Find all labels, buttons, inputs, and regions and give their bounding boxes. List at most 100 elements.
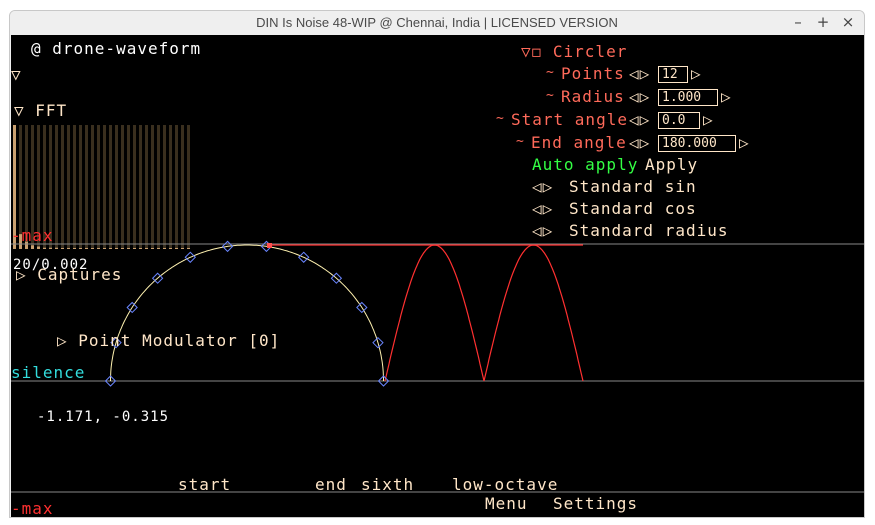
fft-bar (79, 248, 82, 249)
points-arrows[interactable]: ◁▷ (629, 65, 650, 83)
fft-bar-track (91, 125, 94, 249)
end-angle-field[interactable]: 180.000 (658, 135, 736, 152)
fft-bar-track (67, 125, 70, 249)
fft-bar-track (151, 125, 154, 249)
fft-bar-track (115, 125, 118, 249)
fft-bar-track (109, 125, 112, 249)
waveform-label[interactable]: @ drone-waveform (31, 40, 201, 58)
fft-bar-track (139, 125, 142, 249)
close-button[interactable]: × (839, 13, 857, 31)
fft-bar (91, 248, 94, 249)
fft-bar-track (73, 125, 76, 249)
points-tilde[interactable]: ~ (546, 64, 555, 82)
fft-bar (115, 248, 118, 249)
minimize-button[interactable]: – (789, 13, 807, 31)
radius-label: Radius (561, 87, 625, 106)
captures-toggle[interactable]: ▷ Captures (16, 266, 122, 284)
menu-button[interactable]: Menu (485, 495, 528, 513)
selected-point (267, 243, 272, 248)
fft-bar (37, 246, 40, 249)
fft-bar-track (169, 125, 172, 249)
radius-tilde[interactable]: ~ (546, 87, 555, 105)
end-angle-tilde[interactable]: ~ (516, 133, 525, 151)
fft-bar (61, 248, 64, 249)
start-marker-label[interactable]: start (178, 476, 231, 494)
start-angle-next-arrow[interactable]: ▷ (703, 111, 714, 129)
standard-sin-arrows[interactable]: ◁▷ (532, 178, 553, 196)
circler-header[interactable]: ▽◻ Circler (521, 43, 627, 61)
fft-bar (175, 248, 178, 249)
points-next-arrow[interactable]: ▷ (691, 65, 702, 83)
fft-bar-track (97, 125, 100, 249)
fft-bar-track (85, 125, 88, 249)
start-angle-tilde[interactable]: ~ (496, 110, 505, 128)
low-octave-label[interactable]: low-octave (452, 476, 558, 494)
editor-canvas[interactable]: @ drone-waveform ▽ ▽ FFT -max 20/0.002 ▷… (11, 35, 864, 518)
standard-cos-button[interactable]: Standard cos (569, 200, 697, 218)
fft-bar (55, 247, 58, 249)
fft-bar-track (121, 125, 124, 249)
radius-next-arrow[interactable]: ▷ (721, 88, 732, 106)
fft-bar (31, 245, 34, 249)
app-window: DIN Is Noise 48-WIP @ Chennai, India | L… (9, 10, 865, 518)
apply-button[interactable]: Apply (645, 156, 698, 174)
point-modulator-toggle[interactable]: ▷ Point Modulator [0] (57, 332, 280, 350)
auto-apply-checkbox[interactable]: Auto apply (532, 156, 638, 174)
fft-bar-track (103, 125, 106, 249)
fft-bar-track (55, 125, 58, 249)
standard-radius-button[interactable]: Standard radius (569, 222, 729, 240)
fft-bar (151, 248, 154, 249)
cursor-readout: -1.171, -0.315 (37, 409, 170, 425)
settings-button[interactable]: Settings (553, 495, 638, 513)
standard-cos-arrows[interactable]: ◁▷ (532, 200, 553, 218)
fft-bar-track (79, 125, 82, 249)
fft-bar (121, 248, 124, 249)
radius-field[interactable]: 1.000 (658, 89, 718, 106)
fft-bar (49, 247, 52, 249)
fft-bar-track (145, 125, 148, 249)
fft-bar (139, 248, 142, 249)
end-angle-arrows[interactable]: ◁▷ (629, 134, 650, 152)
points-field[interactable]: 12 (658, 66, 688, 83)
fft-bar-track (127, 125, 130, 249)
waveform-plot[interactable] (11, 35, 864, 518)
sixth-marker-label[interactable]: sixth (361, 476, 414, 494)
fft-bar (163, 248, 166, 249)
fft-bar (73, 248, 76, 249)
waveform-curve (384, 244, 584, 382)
standard-sin-button[interactable]: Standard sin (569, 178, 697, 196)
fft-bar-track (175, 125, 178, 249)
max-label-top: -max (11, 226, 54, 245)
standard-radius-arrows[interactable]: ◁▷ (532, 222, 553, 240)
radius-arrows[interactable]: ◁▷ (629, 88, 650, 106)
fft-bar (145, 248, 148, 249)
circler-arc (110, 244, 384, 381)
fft-bar-track (163, 125, 166, 249)
end-angle-next-arrow[interactable]: ▷ (739, 134, 750, 152)
fft-bar (43, 247, 46, 249)
fft-bar (157, 248, 160, 249)
fft-bar (97, 248, 100, 249)
fft-bar (127, 248, 130, 249)
title-bar[interactable]: DIN Is Noise 48-WIP @ Chennai, India | L… (10, 11, 864, 35)
end-marker-label[interactable]: end (315, 476, 347, 494)
fft-bar (67, 248, 70, 249)
start-angle-field[interactable]: 0.0 (658, 112, 700, 129)
collapse-toggle-icon[interactable]: ▽ (11, 66, 22, 84)
max-label-bottom: -max (11, 499, 54, 518)
points-label: Points (561, 64, 625, 83)
start-angle-arrows[interactable]: ◁▷ (629, 111, 650, 129)
control-points (104, 240, 390, 387)
fft-bar-track (187, 125, 190, 249)
maximize-button[interactable]: + (814, 13, 832, 31)
fft-bar (181, 248, 184, 249)
fft-bar (109, 248, 112, 249)
fft-bar-track (157, 125, 160, 249)
start-angle-label: Start angle (511, 110, 628, 129)
window-title: DIN Is Noise 48-WIP @ Chennai, India | L… (256, 15, 618, 30)
fft-bar-track (181, 125, 184, 249)
fft-toggle[interactable]: ▽ FFT (14, 102, 67, 120)
fft-bar (169, 248, 172, 249)
fft-bar (85, 248, 88, 249)
end-angle-label: End angle (531, 133, 627, 152)
